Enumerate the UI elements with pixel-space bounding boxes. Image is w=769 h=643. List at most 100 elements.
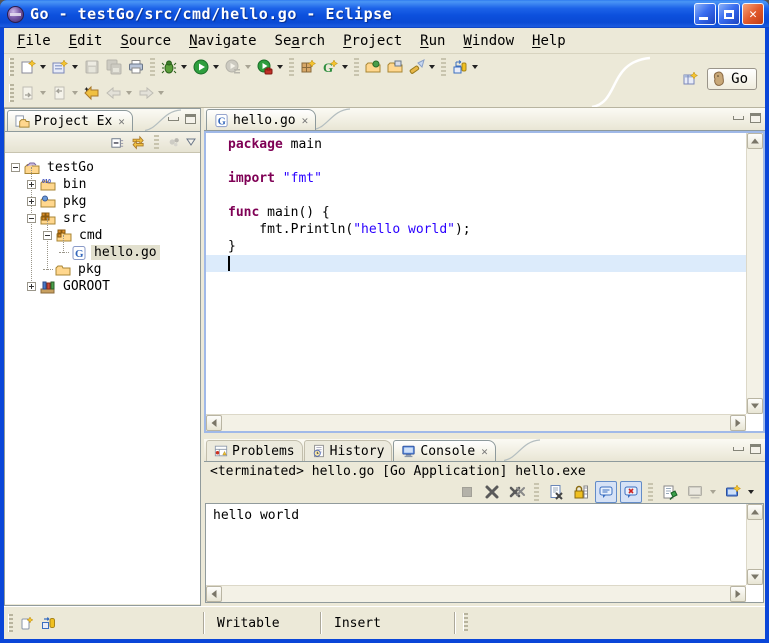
scroll-left-button[interactable] [206, 415, 222, 431]
minimize-view-button[interactable] [733, 447, 744, 451]
toolbar-grip[interactable] [9, 58, 14, 76]
tab-problems[interactable]: Problems [206, 440, 303, 461]
next-annotation-dropdown[interactable] [40, 91, 46, 95]
console-horizontal-scrollbar[interactable] [206, 585, 746, 602]
scroll-up-button[interactable] [747, 133, 763, 149]
display-console-dropdown[interactable] [710, 490, 716, 494]
search-dropdown[interactable] [429, 65, 435, 69]
menu-run[interactable]: Run [411, 31, 454, 51]
previous-annotation-dropdown[interactable] [72, 91, 78, 95]
menu-file[interactable]: File [8, 31, 60, 51]
fast-view-button[interactable] [16, 612, 38, 634]
build-sync-button[interactable] [38, 612, 60, 634]
go-element-button[interactable]: G [319, 56, 341, 78]
scroll-down-button[interactable] [747, 398, 763, 414]
scroll-right-button[interactable] [730, 415, 746, 431]
tree-item-testgo[interactable]: testGo [5, 159, 200, 176]
new-dropdown[interactable] [40, 65, 46, 69]
new-button[interactable] [17, 56, 39, 78]
open-godoc-button[interactable] [362, 56, 384, 78]
view-menu-icon[interactable] [186, 138, 196, 146]
minimize-view-button[interactable] [168, 117, 179, 121]
menu-project[interactable]: Project [334, 31, 411, 51]
scroll-lock-button[interactable] [570, 481, 592, 503]
pin-console-button[interactable] [659, 481, 681, 503]
view-filter-icon[interactable] [167, 135, 181, 149]
tree-item-cmd[interactable]: cmd [5, 227, 200, 244]
tab-hello-go[interactable]: G hello.go ✕ [206, 109, 316, 130]
collapse-all-icon[interactable] [110, 135, 125, 150]
console-vertical-scrollbar[interactable] [746, 504, 763, 585]
terminate-button[interactable] [456, 481, 478, 503]
editor-vertical-scrollbar[interactable] [746, 133, 763, 414]
toolbar-grip-2[interactable] [9, 84, 14, 102]
run-dropdown[interactable] [213, 65, 219, 69]
expand-expander-icon[interactable] [27, 282, 36, 291]
back-dropdown[interactable] [126, 91, 132, 95]
new-go-project-button[interactable] [297, 56, 319, 78]
code-content[interactable]: package main import "fmt" func main() { … [206, 133, 746, 414]
tree-item-goroot[interactable]: GOROOT [5, 278, 200, 295]
open-console-button[interactable] [722, 481, 744, 503]
display-console-button[interactable] [684, 481, 706, 503]
remove-launch-button[interactable] [481, 481, 503, 503]
tab-console[interactable]: Console ✕ [393, 440, 495, 461]
debug-button[interactable] [158, 56, 180, 78]
tree-item-pkg-src[interactable]: pkg [5, 261, 200, 278]
back-button[interactable] [103, 82, 125, 104]
collapse-expander-icon[interactable] [43, 231, 52, 240]
toggle-annotations-dropdown[interactable] [472, 65, 478, 69]
editor-horizontal-scrollbar[interactable] [206, 414, 746, 431]
menu-navigate[interactable]: Navigate [180, 31, 265, 51]
save-all-button[interactable] [103, 56, 125, 78]
collapse-expander-icon[interactable] [27, 214, 36, 223]
open-perspective-button[interactable] [679, 68, 701, 90]
menu-source[interactable]: Source [111, 31, 180, 51]
tree-item-bin[interactable]: 010 bin [5, 176, 200, 193]
expand-expander-icon[interactable] [27, 180, 36, 189]
new-go-element-dropdown[interactable] [72, 65, 78, 69]
clear-console-button[interactable] [545, 481, 567, 503]
statusbar-grip[interactable] [8, 614, 13, 632]
open-console-dropdown[interactable] [748, 490, 754, 494]
last-edit-location-button[interactable] [81, 82, 103, 104]
run-config-button[interactable] [222, 56, 244, 78]
run-config-dropdown[interactable] [245, 65, 251, 69]
menu-help[interactable]: Help [523, 31, 575, 51]
maximize-view-button[interactable] [185, 114, 196, 124]
scroll-up-button[interactable] [747, 504, 763, 520]
statusbar-grip-2[interactable] [463, 613, 468, 631]
show-stdout-button[interactable] [595, 481, 617, 503]
tree-item-hello-go[interactable]: G hello.go [5, 244, 200, 261]
menu-window[interactable]: Window [454, 31, 523, 51]
close-button[interactable]: ✕ [742, 3, 764, 25]
menu-edit[interactable]: Edit [60, 31, 112, 51]
tab-history[interactable]: History [304, 440, 393, 461]
close-icon[interactable]: ✕ [302, 114, 309, 127]
next-annotation-button[interactable] [17, 82, 39, 104]
tree-item-src[interactable]: src [5, 210, 200, 227]
toggle-annotations-button[interactable] [449, 56, 471, 78]
maximize-button[interactable] [718, 3, 740, 25]
debug-dropdown[interactable] [181, 65, 187, 69]
menu-search[interactable]: Search [266, 31, 335, 51]
open-package-button[interactable] [384, 56, 406, 78]
scroll-left-button[interactable] [206, 586, 222, 602]
previous-annotation-button[interactable] [49, 82, 71, 104]
show-stderr-button[interactable] [620, 481, 642, 503]
link-with-editor-icon[interactable] [130, 135, 146, 150]
print-button[interactable] [125, 56, 147, 78]
tab-project-explorer[interactable]: Project Ex ✕ [7, 110, 133, 131]
save-button[interactable] [81, 56, 103, 78]
forward-button[interactable] [135, 82, 157, 104]
close-icon[interactable]: ✕ [481, 445, 488, 458]
minimize-button[interactable] [694, 3, 716, 25]
collapse-expander-icon[interactable] [11, 163, 20, 172]
run-button[interactable] [190, 56, 212, 78]
tree-item-pkg[interactable]: pkg [5, 193, 200, 210]
go-perspective-button[interactable]: Go [707, 68, 757, 90]
remove-all-terminated-button[interactable] [506, 481, 528, 503]
maximize-view-button[interactable] [750, 113, 761, 123]
minimize-view-button[interactable] [733, 116, 744, 120]
console-output-area[interactable]: hello world [205, 503, 764, 603]
